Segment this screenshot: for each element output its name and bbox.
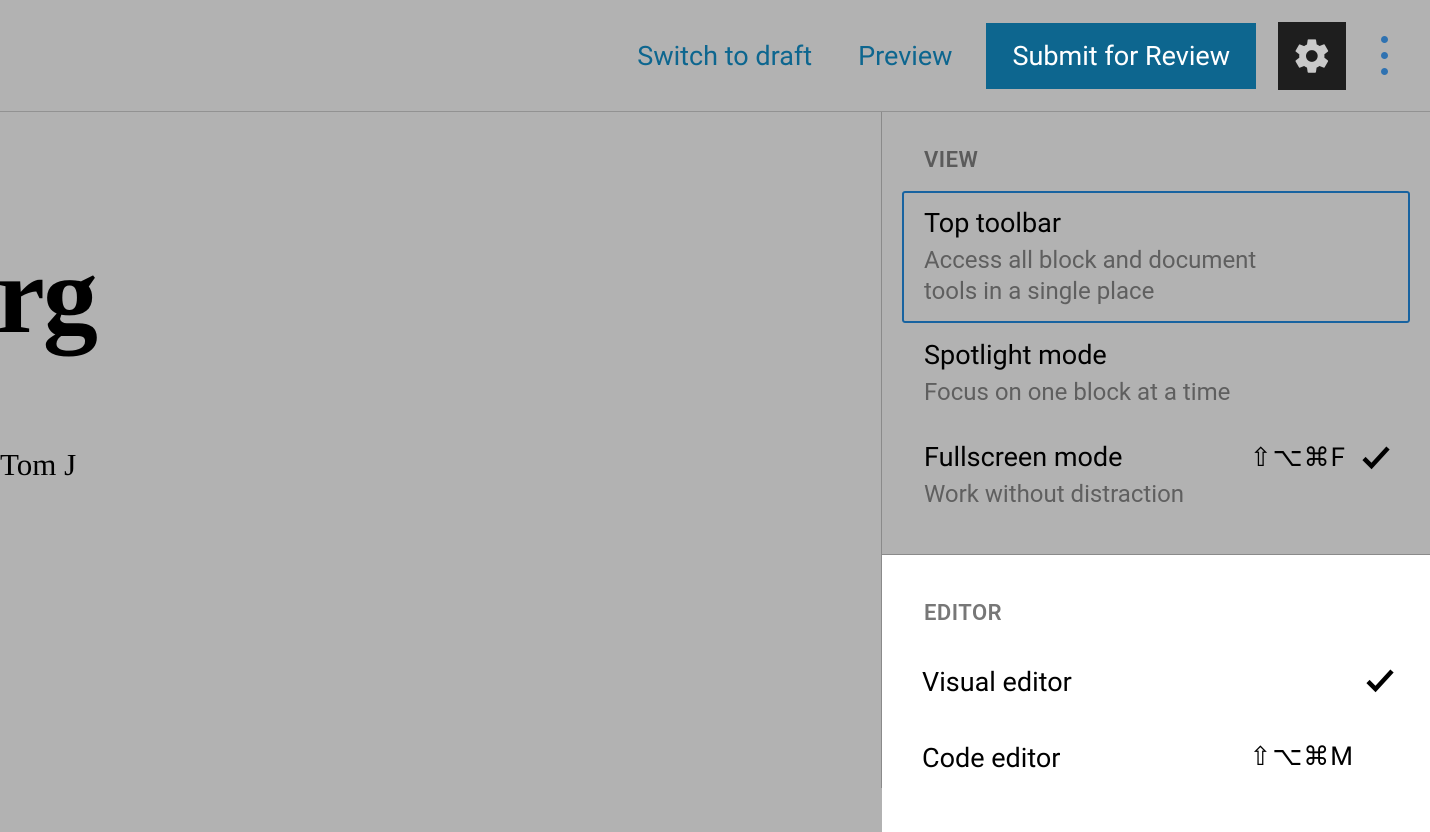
editor-section: EDITOR Visual editor Code editor⇧⌥⌘M xyxy=(882,554,1430,832)
menu-item-shortcut: ⇧⌥⌘M xyxy=(1250,742,1354,772)
dot-icon xyxy=(1381,52,1388,59)
dot-icon xyxy=(1381,36,1388,43)
switch-to-draft-link[interactable]: Switch to draft xyxy=(625,32,824,80)
editor-option-visual-editor[interactable]: Visual editor xyxy=(902,644,1410,720)
view-option-top-toolbar[interactable]: Top toolbar Access all block and document… xyxy=(902,191,1410,323)
menu-item-title: Top toolbar xyxy=(924,207,1388,239)
post-title-fragment[interactable]: rg xyxy=(0,232,96,359)
settings-button[interactable] xyxy=(1278,22,1346,90)
menu-item-description: Focus on one block at a time xyxy=(924,377,1294,408)
menu-item-title: Visual editor xyxy=(922,666,1390,698)
options-dropdown-panel: VIEW Top toolbar Access all block and doc… xyxy=(881,112,1430,788)
menu-item-description: Work without distraction xyxy=(924,479,1294,510)
menu-item-shortcut: ⇧⌥⌘F xyxy=(1250,443,1346,473)
preview-link[interactable]: Preview xyxy=(846,32,964,80)
editor-top-toolbar: Switch to draft Preview Submit for Revie… xyxy=(0,0,1430,112)
editor-section-label: EDITOR xyxy=(924,601,1410,626)
dot-icon xyxy=(1381,68,1388,75)
view-section: VIEW Top toolbar Access all block and doc… xyxy=(882,112,1430,554)
view-section-label: VIEW xyxy=(924,148,1410,173)
view-option-spotlight-mode[interactable]: Spotlight mode Focus on one block at a ti… xyxy=(902,323,1410,424)
check-icon xyxy=(1358,439,1394,479)
check-icon xyxy=(1362,662,1398,702)
submit-for-review-button[interactable]: Submit for Review xyxy=(986,23,1256,89)
gear-icon xyxy=(1292,36,1332,76)
menu-item-description: Access all block and document tools in a… xyxy=(924,245,1294,307)
post-byline: Tom J xyxy=(0,447,76,483)
menu-item-title: Spotlight mode xyxy=(924,339,1388,371)
more-options-button[interactable] xyxy=(1368,28,1400,83)
editor-option-code-editor[interactable]: Code editor⇧⌥⌘M xyxy=(902,720,1410,796)
view-option-fullscreen-mode[interactable]: Fullscreen modeWork without distraction⇧… xyxy=(902,425,1410,526)
